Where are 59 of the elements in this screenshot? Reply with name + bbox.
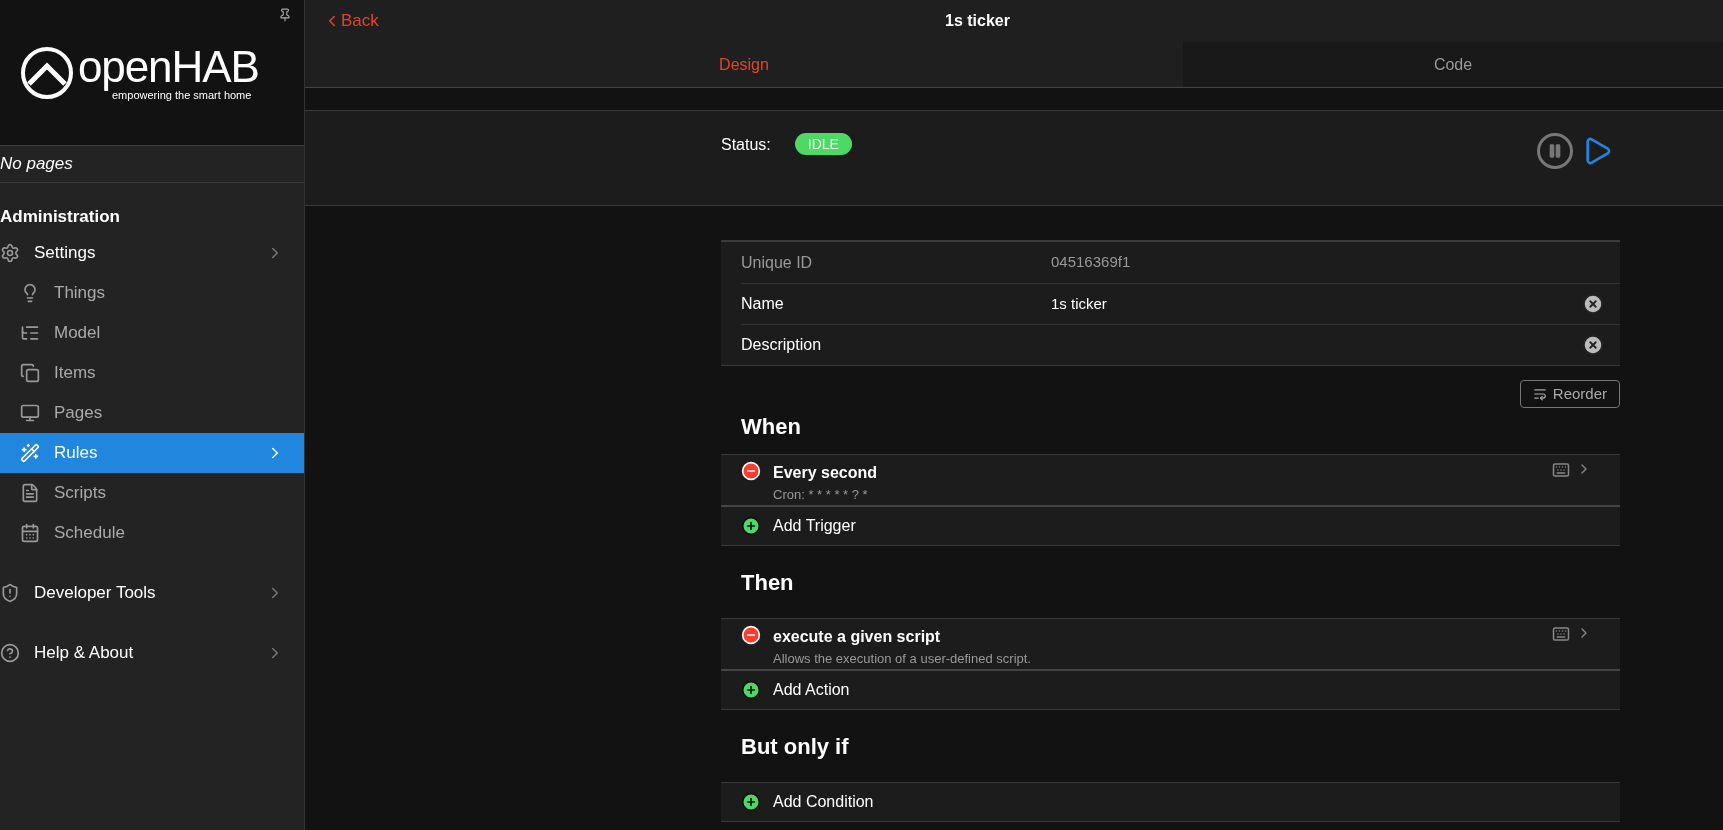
sidebar-item[interactable]: Schedule <box>0 513 304 553</box>
remove-icon[interactable] <box>741 625 761 645</box>
copy-icon <box>20 363 40 383</box>
logo-wordmark: openHAB <box>78 44 259 89</box>
status-badge: IDLE <box>794 133 852 155</box>
page-title: 1s ticker <box>945 11 1010 31</box>
reorder-button[interactable]: Reorder <box>1519 380 1620 408</box>
field-label: Name <box>741 294 785 314</box>
sidebar-item[interactable]: Developer Tools <box>0 573 304 613</box>
shield-icon <box>0 583 20 603</box>
add-icon <box>741 680 761 700</box>
sidebar-item[interactable]: Settings <box>0 233 304 273</box>
pin-icon[interactable] <box>278 8 292 22</box>
keyboard-icon[interactable] <box>1550 625 1572 643</box>
sidebar-item[interactable]: Help & About <box>0 633 304 673</box>
calendar-icon <box>20 523 40 543</box>
sidebar-item[interactable]: Things <box>0 273 304 313</box>
keyboard-icon[interactable] <box>1550 461 1572 479</box>
clear-icon[interactable] <box>1582 334 1604 356</box>
sidebar-item[interactable]: Scripts <box>0 473 304 513</box>
logo-icon <box>20 45 74 100</box>
sidebar-item[interactable]: Pages <box>0 393 304 433</box>
add-icon <box>741 516 761 536</box>
sidebar-item[interactable]: Items <box>0 353 304 393</box>
add-button[interactable]: Add Condition <box>721 783 1620 821</box>
sidebar-item[interactable]: Rules <box>0 433 304 473</box>
remove-icon[interactable] <box>741 461 761 481</box>
field-value: 04516369f1 <box>1051 252 1131 273</box>
section-heading: But only if <box>741 732 849 761</box>
pause-button[interactable] <box>1537 133 1573 169</box>
monitor-icon <box>20 403 40 423</box>
section-title: Administration <box>0 205 120 228</box>
add-icon <box>741 792 761 812</box>
tab[interactable]: Code <box>1183 42 1723 87</box>
help-icon <box>0 643 20 663</box>
section-heading: Then <box>741 568 794 597</box>
clear-icon[interactable] <box>1582 293 1604 315</box>
field-label: Unique ID <box>741 252 814 273</box>
gear-icon <box>0 243 20 263</box>
module-subtitle: Cron: * * * * * ? * <box>773 486 869 504</box>
field-value[interactable]: 1s ticker <box>1051 292 1107 316</box>
list-icon <box>20 323 40 343</box>
logo-tagline: empowering the smart home <box>112 88 252 101</box>
add-button[interactable]: Add Trigger <box>721 507 1620 545</box>
sidebar-item[interactable]: Model <box>0 313 304 353</box>
module-subtitle: Allows the execution of a user-defined script. <box>773 650 1032 668</box>
magic-wand-icon <box>20 443 40 463</box>
add-button[interactable]: Add Action <box>721 671 1620 709</box>
module-title: Every second <box>773 463 879 483</box>
document-icon <box>20 483 40 503</box>
pause-icon <box>1547 143 1563 159</box>
status-label: Status: <box>721 135 771 155</box>
back-button[interactable]: Back <box>323 8 379 34</box>
section-heading: When <box>741 412 801 441</box>
reorder-icon <box>1532 387 1547 401</box>
module-title: execute a given script <box>773 627 942 647</box>
no-pages-note: No pages <box>0 153 73 176</box>
tab[interactable]: Design <box>305 42 1183 87</box>
field-label: Description <box>741 335 823 355</box>
